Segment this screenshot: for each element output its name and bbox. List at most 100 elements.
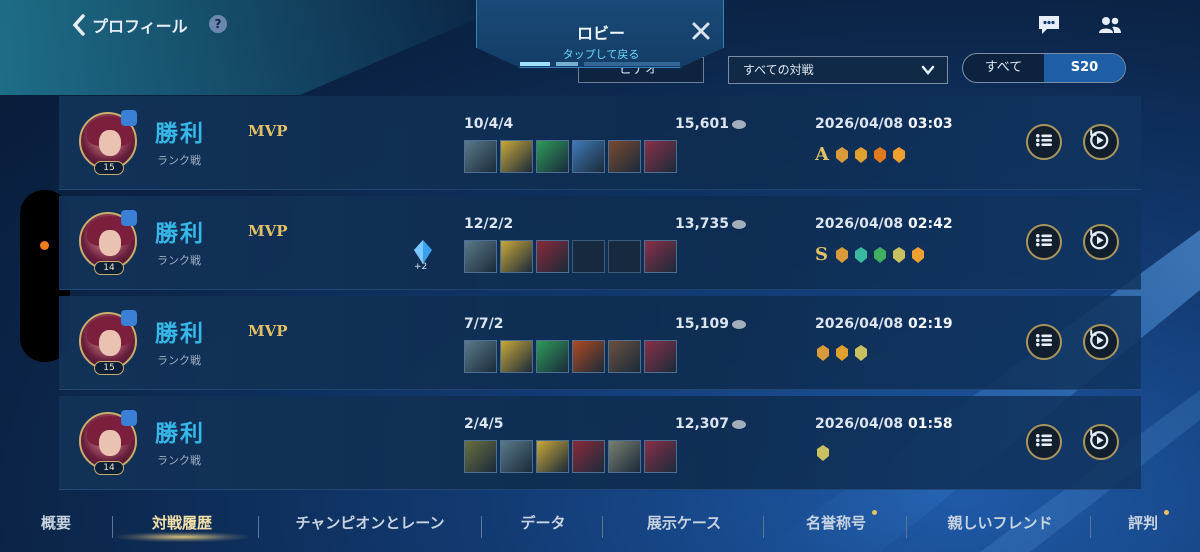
performance-grade: S bbox=[815, 244, 828, 265]
tab-showcase[interactable]: 展示ケース bbox=[624, 512, 744, 538]
gold-earned: 15,109 bbox=[675, 316, 747, 332]
question-icon[interactable]: ? bbox=[209, 15, 227, 33]
match-row[interactable]: 14 勝利 ランク戦 2/4/5 12,307 2026/04/08 01:58 bbox=[59, 396, 1141, 490]
match-datetime: 2026/04/08 02:42 bbox=[815, 216, 953, 232]
gold-value: 15,109 bbox=[675, 316, 730, 332]
close-icon[interactable] bbox=[690, 20, 712, 42]
party-icon bbox=[121, 310, 137, 326]
coin-icon bbox=[732, 219, 747, 229]
replay-icon bbox=[1090, 329, 1109, 350]
item-icon[interactable] bbox=[644, 340, 677, 373]
match-date: 2026/04/08 bbox=[815, 216, 904, 232]
tab-honor-titles[interactable]: 名誉称号 bbox=[786, 512, 886, 538]
achievement-badges: S bbox=[815, 244, 926, 265]
item-icon[interactable] bbox=[572, 340, 605, 373]
replay-icon bbox=[1090, 429, 1109, 450]
tab-notification-dot bbox=[1164, 510, 1169, 515]
item-icon[interactable] bbox=[500, 140, 533, 173]
item-icon[interactable] bbox=[536, 340, 569, 373]
tab-overview[interactable]: 概要 bbox=[22, 512, 90, 538]
item-icon[interactable] bbox=[464, 440, 497, 473]
tab-data[interactable]: データ bbox=[503, 512, 583, 538]
back-label: プロフィール bbox=[92, 17, 188, 36]
champion-level: 15 bbox=[94, 161, 124, 175]
bottom-nav: 概要 対戦履歴 チャンピオンとレーン データ 展示ケース 名誉称号 親しいフレン… bbox=[0, 500, 1200, 552]
nav-divider bbox=[258, 516, 259, 538]
tab-champions-lanes[interactable]: チャンピオンとレーン bbox=[280, 512, 460, 538]
item-icon[interactable] bbox=[572, 440, 605, 473]
mvp-label: MVP bbox=[248, 322, 288, 340]
item-icon[interactable] bbox=[644, 140, 677, 173]
match-detail-button[interactable] bbox=[1026, 424, 1062, 460]
replay-button[interactable] bbox=[1083, 124, 1119, 160]
tab-match-history[interactable]: 対戦履歴 bbox=[130, 512, 234, 538]
kda: 7/7/2 bbox=[464, 316, 504, 332]
item-icon[interactable] bbox=[608, 440, 641, 473]
item-icon[interactable] bbox=[644, 240, 677, 273]
match-date: 2026/04/08 bbox=[815, 416, 904, 432]
replay-button[interactable] bbox=[1083, 424, 1119, 460]
match-result: 勝利 bbox=[155, 120, 205, 147]
match-detail-button[interactable] bbox=[1026, 124, 1062, 160]
chat-icon[interactable] bbox=[1037, 14, 1061, 36]
champion-avatar[interactable]: 15 bbox=[79, 310, 137, 375]
item-icon[interactable] bbox=[608, 140, 641, 173]
item-icon[interactable] bbox=[536, 440, 569, 473]
match-result: 勝利 bbox=[155, 420, 205, 447]
match-filter-select[interactable]: すべての対戦 bbox=[728, 56, 948, 84]
tab-reputation[interactable]: 評判 bbox=[1108, 512, 1178, 538]
replay-button[interactable] bbox=[1083, 324, 1119, 360]
item-icon[interactable] bbox=[536, 240, 569, 273]
match-detail-button[interactable] bbox=[1026, 324, 1062, 360]
nav-divider bbox=[602, 516, 603, 538]
item-icon[interactable] bbox=[500, 340, 533, 373]
nav-divider bbox=[112, 516, 113, 538]
coin-icon bbox=[732, 119, 747, 129]
kda: 2/4/5 bbox=[464, 416, 504, 432]
nav-divider bbox=[906, 516, 907, 538]
champion-avatar[interactable]: 14 bbox=[79, 410, 137, 475]
kda: 10/4/4 bbox=[464, 116, 514, 132]
gold-value: 13,735 bbox=[675, 216, 730, 232]
back-button[interactable]: プロフィール bbox=[72, 12, 188, 38]
match-date: 2026/04/08 bbox=[815, 116, 904, 132]
champion-level: 14 bbox=[94, 461, 124, 475]
gold-value: 15,601 bbox=[675, 116, 730, 132]
match-history-list: 15 勝利 ランク戦 MVP 10/4/4 15,601 2026/04/08 03:03 A… bbox=[59, 96, 1141, 496]
item-icon[interactable] bbox=[500, 240, 533, 273]
nav-divider bbox=[1090, 516, 1091, 538]
item-build bbox=[464, 440, 677, 473]
match-row[interactable]: 15 勝利 ランク戦 MVP 7/7/2 15,109 2026/04/08 02:19 bbox=[59, 296, 1141, 390]
match-row[interactable]: 15 勝利 ランク戦 MVP 10/4/4 15,601 2026/04/08 03:03 A bbox=[59, 96, 1141, 190]
item-icon[interactable] bbox=[500, 440, 533, 473]
champion-avatar[interactable]: 14 bbox=[79, 210, 137, 275]
nav-divider bbox=[481, 516, 482, 538]
lobby-return-panel[interactable]: ロビー タップして戻る bbox=[476, 0, 724, 68]
item-icon[interactable] bbox=[464, 240, 497, 273]
gold-earned: 15,601 bbox=[675, 116, 747, 132]
lobby-subtitle: タップして戻る bbox=[562, 48, 640, 61]
coin-icon bbox=[732, 319, 747, 329]
season-toggle[interactable]: すべて S20 bbox=[962, 53, 1126, 83]
match-result: 勝利 bbox=[155, 320, 205, 347]
item-icon[interactable] bbox=[464, 340, 497, 373]
item-icon[interactable] bbox=[464, 140, 497, 173]
replay-button[interactable] bbox=[1083, 224, 1119, 260]
item-icon[interactable] bbox=[572, 140, 605, 173]
tab-close-friends[interactable]: 親しいフレンド bbox=[928, 512, 1072, 538]
achievement-badge-icon bbox=[855, 345, 867, 361]
mvp-label: MVP bbox=[248, 122, 288, 140]
champion-avatar[interactable]: 15 bbox=[79, 110, 137, 175]
replay-icon bbox=[1090, 129, 1109, 150]
item-icon[interactable] bbox=[608, 340, 641, 373]
achievement-badge-icon bbox=[836, 345, 848, 361]
item-icon[interactable] bbox=[536, 140, 569, 173]
achievement-badge-icon bbox=[874, 246, 886, 263]
empty-item-slot bbox=[572, 240, 605, 273]
season-option-s20[interactable]: S20 bbox=[1044, 54, 1125, 82]
match-detail-button[interactable] bbox=[1026, 224, 1062, 260]
season-option-all[interactable]: すべて bbox=[963, 54, 1044, 82]
match-row[interactable]: 14 勝利 ランク戦 MVP +2 12/2/2 13,735 2026/04/08 02:4… bbox=[59, 196, 1141, 290]
friends-icon[interactable] bbox=[1098, 15, 1122, 35]
item-icon[interactable] bbox=[644, 440, 677, 473]
